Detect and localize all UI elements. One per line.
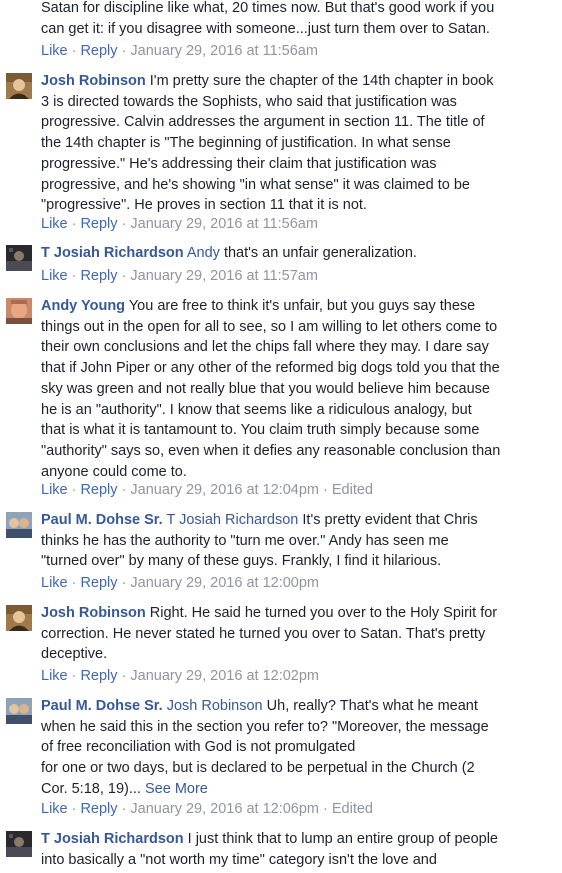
comment-text: T Josiah Richardson Andy that's an unfai… [41, 245, 417, 261]
reply-link[interactable]: Reply [80, 43, 117, 59]
comment-timestamp[interactable]: January 29, 2016 at 11:56am [130, 43, 318, 59]
avatar[interactable] [6, 298, 32, 324]
comment-text: Paul M. Dohse Sr. T Josiah Richardson It… [41, 512, 478, 570]
avatar[interactable] [6, 698, 32, 724]
avatar-josh-icon [6, 605, 32, 631]
mention-link[interactable]: Andy [187, 245, 220, 261]
comment-actions: Like · Reply · January 29, 2016 at 11:56am [41, 216, 318, 232]
author-name[interactable]: Josh Robinson [41, 73, 146, 89]
comment-timestamp[interactable]: January 29, 2016 at 11:57am [130, 268, 318, 284]
like-link[interactable]: Like [41, 668, 68, 684]
comment-actions: Like · Reply · January 29, 2016 at 12:04pm · E… [41, 482, 373, 498]
comment-body: Josh Robinson I'm pretty sure the chapte… [41, 71, 560, 216]
comment-body: Satan for discipline like what, 20 times… [41, 0, 560, 39]
avatar-tjosiah-icon [6, 245, 32, 271]
comment-text: Andy Young You are free to think it's un… [41, 298, 501, 480]
comment-body: T Josiah Richardson Andy that's an unfai… [41, 243, 560, 264]
mention-link[interactable]: T Josiah Richardson [166, 512, 298, 528]
comment-body: T Josiah Richardson I just think that to… [41, 829, 560, 870]
avatar[interactable] [6, 245, 32, 271]
like-link[interactable]: Like [41, 801, 68, 817]
comment-text: Josh Robinson I'm pretty sure the chapte… [41, 73, 494, 214]
comment-body: Paul M. Dohse Sr. Josh Robinson Uh, real… [41, 696, 560, 800]
like-link[interactable]: Like [41, 268, 68, 284]
mention-link[interactable]: Josh Robinson [167, 698, 263, 714]
avatar[interactable] [6, 512, 32, 538]
reply-link[interactable]: Reply [80, 216, 117, 232]
reply-link[interactable]: Reply [80, 801, 117, 817]
author-name[interactable]: Paul M. Dohse Sr. [41, 698, 163, 714]
avatar-andy-icon [6, 298, 32, 324]
comment-actions: Like · Reply · January 29, 2016 at 12:00pm [41, 575, 320, 591]
comment-timestamp[interactable]: January 29, 2016 at 12:00pm [130, 575, 319, 591]
like-link[interactable]: Like [41, 216, 68, 232]
comment-timestamp[interactable]: January 29, 2016 at 12:06pm [130, 801, 319, 817]
comment-body: Andy Young You are free to think it's un… [41, 296, 560, 482]
avatar-paul-icon [6, 698, 32, 724]
avatar[interactable] [6, 73, 32, 99]
comment-text: T Josiah Richardson I just think that to… [41, 831, 498, 868]
author-name[interactable]: T Josiah Richardson [41, 245, 184, 261]
reply-link[interactable]: Reply [80, 668, 117, 684]
comment-timestamp[interactable]: January 29, 2016 at 12:02pm [130, 668, 319, 684]
comment-timestamp[interactable]: January 29, 2016 at 11:56am [130, 216, 318, 232]
avatar[interactable] [6, 605, 32, 631]
comment-timestamp[interactable]: January 29, 2016 at 12:04pm [130, 482, 319, 498]
author-name[interactable]: T Josiah Richardson [41, 831, 184, 847]
like-link[interactable]: Like [41, 575, 68, 591]
avatar-tjosiah-icon [6, 831, 32, 857]
like-link[interactable]: Like [41, 43, 68, 59]
comment-text: Paul M. Dohse Sr. Josh Robinson Uh, real… [41, 698, 489, 797]
author-name[interactable]: Andy Young [41, 298, 125, 314]
comment-actions: Like · Reply · January 29, 2016 at 12:02pm [41, 668, 320, 684]
edited-label[interactable]: Edited [332, 801, 373, 817]
author-name[interactable]: Paul M. Dohse Sr. [41, 512, 163, 528]
comment-text: Josh Robinson Right. He said he turned y… [41, 605, 498, 663]
avatar-paul-icon [6, 512, 32, 538]
edited-label[interactable]: Edited [332, 482, 373, 498]
see-more-link[interactable]: See More [145, 781, 208, 797]
comment-actions: Like · Reply · January 29, 2016 at 12:06pm · E… [41, 801, 373, 817]
comment-actions: Like · Reply · January 29, 2016 at 11:56am [41, 43, 318, 59]
author-name[interactable]: Josh Robinson [41, 605, 146, 621]
reply-link[interactable]: Reply [80, 482, 117, 498]
like-link[interactable]: Like [41, 482, 68, 498]
reply-link[interactable]: Reply [80, 268, 117, 284]
comment-actions: Like · Reply · January 29, 2016 at 11:57am [41, 268, 318, 284]
comment-text: Satan for discipline like what, 20 times… [41, 0, 495, 37]
comment-body: Josh Robinson Right. He said he turned y… [41, 603, 560, 665]
reply-link[interactable]: Reply [80, 575, 117, 591]
avatar-josh-icon [6, 73, 32, 99]
avatar[interactable] [6, 831, 32, 857]
comment-body: Paul M. Dohse Sr. T Josiah Richardson It… [41, 510, 560, 572]
